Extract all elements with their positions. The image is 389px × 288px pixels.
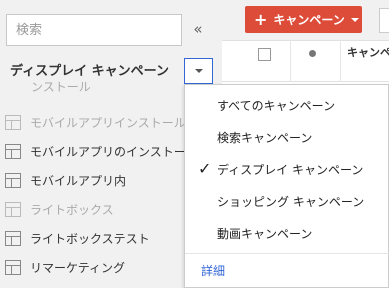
menu-item-shopping-campaigns[interactable]: ショッピング キャンペーン — [185, 187, 389, 215]
list-item[interactable]: モバイルアプリインストール — [5, 112, 186, 132]
list-item-partial[interactable]: ンストール — [31, 78, 91, 95]
campaign-icon — [5, 201, 21, 217]
column-divider — [290, 40, 291, 82]
campaign-icon — [5, 114, 21, 130]
list-item[interactable]: リマーケティング — [5, 257, 125, 277]
toolbar: + キャンペーン — [222, 0, 389, 40]
sidebar-search-box[interactable] — [6, 14, 182, 46]
menu-item-video-campaigns[interactable]: 動画キャンペーン — [185, 219, 389, 247]
menu-item-display-campaigns[interactable]: ✓ ディスプレイ キャンペーン — [185, 155, 389, 183]
new-campaign-button-label: キャンペーン — [273, 13, 345, 27]
chevron-down-icon — [350, 17, 359, 22]
status-dot-icon[interactable] — [309, 50, 316, 57]
menu-item-label: ディスプレイ キャンペーン — [217, 162, 364, 177]
list-item[interactable]: ライトボックス — [5, 199, 114, 219]
list-item-label: モバイルアプリインストール — [30, 115, 186, 130]
plus-icon: + — [254, 9, 268, 29]
search-input[interactable] — [7, 15, 181, 45]
collapse-sidebar-button[interactable]: « — [189, 19, 207, 39]
column-header-campaign[interactable]: キャンペ — [347, 44, 389, 60]
menu-item-label: すべてのキャンペーン — [217, 98, 336, 113]
list-item-label: リマーケティング — [30, 260, 126, 275]
campaign-type-menu: すべてのキャンペーン 検索キャンペーン ✓ ディスプレイ キャンペーン ショッピ… — [184, 84, 389, 288]
campaign-icon — [5, 143, 21, 159]
menu-item-label: 動画キャンペーン — [217, 226, 313, 241]
toolbar-secondary-button[interactable] — [379, 8, 389, 33]
campaign-icon — [5, 172, 21, 188]
menu-item-label: 検索キャンペーン — [217, 130, 313, 145]
campaign-type-dropdown-button[interactable] — [184, 58, 213, 84]
list-item-label: ライトボックステスト — [30, 231, 150, 246]
menu-item-search-campaigns[interactable]: 検索キャンペーン — [185, 123, 389, 151]
list-item-label: モバイルアプリのインストー — [30, 144, 186, 159]
campaign-type-title[interactable]: ディスプレイ キャンペーン — [10, 60, 169, 79]
list-item[interactable]: モバイルアプリ内 — [5, 170, 126, 190]
select-all-checkbox[interactable] — [258, 48, 271, 61]
menu-divider — [185, 253, 389, 254]
chevron-down-icon — [195, 69, 203, 73]
campaign-icon — [5, 230, 21, 246]
list-item[interactable]: モバイルアプリのインストー — [5, 141, 186, 161]
column-divider — [340, 40, 341, 82]
details-link[interactable]: 詳細 — [201, 262, 225, 279]
list-item[interactable]: ライトボックステスト — [5, 228, 150, 248]
list-item-label: ライトボックス — [30, 202, 114, 217]
menu-item-all-campaigns[interactable]: すべてのキャンペーン — [185, 91, 389, 119]
menu-item-label: ショッピング キャンペーン — [217, 194, 365, 209]
campaign-icon — [5, 259, 21, 275]
new-campaign-button[interactable]: + キャンペーン — [245, 6, 362, 33]
checkmark-icon: ✓ — [198, 159, 212, 178]
list-item-label: モバイルアプリ内 — [30, 173, 127, 188]
